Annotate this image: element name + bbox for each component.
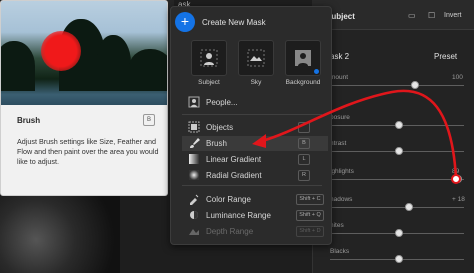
slider-label: mount [330, 74, 349, 81]
slider-knob[interactable] [411, 81, 419, 89]
tooltip-description: Adjust Brush settings like Size, Feather… [17, 137, 159, 166]
menu-item-label: Depth Range [206, 227, 254, 236]
menu-item-label: People... [206, 98, 238, 107]
slider-track[interactable] [330, 147, 464, 155]
menu-item-brush[interactable]: Brush B [182, 136, 328, 151]
slider-track[interactable] [330, 121, 464, 129]
invert-label[interactable]: Invert [444, 12, 462, 19]
shortcut-key: B [298, 138, 310, 149]
background-icon [295, 50, 311, 66]
tooltip-title: Brush [17, 116, 41, 125]
menu-item-label: Brush [206, 139, 227, 148]
slider-track[interactable] [330, 203, 464, 211]
slider-knob[interactable] [454, 175, 462, 183]
slider-label: ighlights [330, 168, 354, 175]
shortcut-key: Shift + C [296, 194, 324, 205]
shortcut-key: L [298, 154, 310, 165]
color-range-icon [190, 194, 199, 205]
brush-stroke-dot [41, 31, 81, 71]
menu-item-objects[interactable]: Objects [182, 120, 328, 135]
slider-track[interactable] [330, 255, 464, 263]
mask-name: ask 2 [330, 52, 350, 61]
slider-knob[interactable] [405, 203, 413, 211]
slider-track[interactable] [330, 175, 464, 183]
slider-value[interactable]: 100 [452, 74, 463, 81]
slider-track[interactable] [330, 81, 464, 89]
menu-item-label: Color Range [206, 195, 251, 204]
slider-track[interactable] [330, 229, 464, 237]
menu-item-label: Luminance Range [206, 211, 271, 220]
menu-divider [182, 185, 322, 186]
tile-sky[interactable] [238, 40, 274, 76]
luminance-range-icon [190, 211, 198, 219]
shortcut-key: Shift + D [296, 226, 324, 237]
slider-label: hites [330, 222, 344, 229]
people-icon [188, 96, 200, 108]
depth-range-icon [189, 229, 199, 235]
radial-gradient-icon [189, 170, 199, 180]
slider-knob[interactable] [395, 147, 403, 155]
shortcut-key: R [298, 170, 310, 181]
tile-label: Sky [250, 79, 262, 86]
slider-knob[interactable] [395, 255, 403, 263]
menu-item-color-range[interactable]: Color Range Shift + C [182, 192, 328, 207]
plus-icon[interactable]: + [175, 12, 195, 32]
slider-knob[interactable] [395, 121, 403, 129]
slider-value[interactable]: + 18 [452, 196, 465, 203]
slider-label: ntrast [330, 140, 347, 147]
menu-item-luminance-range[interactable]: Luminance Range Shift + Q [182, 208, 328, 223]
subject-icon [200, 49, 218, 67]
background-photo [0, 190, 120, 273]
menu-item-linear-gradient[interactable]: Linear Gradient L [182, 152, 328, 167]
tooltip-shortcut-key: B [143, 114, 155, 126]
slider-label: Blacks [330, 248, 350, 255]
menu-item-people[interactable]: People... [182, 95, 328, 110]
invert-checkbox-icon[interactable]: ☐ [428, 11, 435, 20]
shortcut-key: Shift + Q [296, 210, 324, 221]
selected-indicator [314, 69, 319, 74]
menu-item-label: Objects [206, 123, 234, 132]
menu-divider [182, 114, 322, 115]
slider-knob[interactable] [395, 229, 403, 237]
objects-icon [188, 121, 200, 133]
tile-label: Background [285, 79, 321, 86]
tile-subject[interactable] [191, 40, 227, 76]
sky-icon [247, 49, 265, 67]
slider-label: hadows [330, 196, 353, 203]
create-new-mask-label[interactable]: Create New Mask [202, 18, 266, 27]
brush-tooltip-card: Brush B Adjust Brush settings like Size,… [0, 0, 168, 196]
menu-item-depth-range[interactable]: Depth Range Shift + D [182, 224, 328, 239]
shortcut-key [298, 122, 310, 133]
tile-label: Subject [198, 79, 220, 86]
tile-background[interactable] [285, 40, 321, 76]
menu-item-label: Linear Gradient [206, 155, 262, 164]
menu-item-label: Radial Gradient [206, 171, 262, 180]
slider-value[interactable]: 89 [452, 168, 459, 175]
slider-label: posure [330, 114, 350, 121]
preset-dropdown[interactable]: Preset [434, 52, 457, 61]
brush-preview-image [1, 1, 167, 105]
comment-icon[interactable]: ▭ [408, 11, 416, 20]
menu-item-radial-gradient[interactable]: Radial Gradient R [182, 168, 328, 183]
linear-gradient-icon [189, 154, 199, 164]
brush-icon [190, 138, 200, 148]
